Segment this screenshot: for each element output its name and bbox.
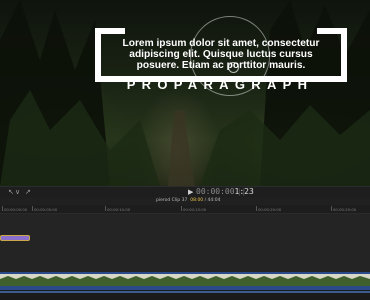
select-tool-icon[interactable]: ↖ xyxy=(8,188,14,196)
tool-dropdown-icon[interactable]: ∨ xyxy=(15,188,20,196)
primary-storyline-clip[interactable] xyxy=(0,272,370,290)
clip-name: pierod Clip 37 xyxy=(156,198,188,203)
audio-meter-icon: | | xyxy=(238,188,245,196)
title-body-text: Lorem ipsum dolor sit amet, consectetur … xyxy=(122,38,320,71)
filmstrip-thumbnails xyxy=(0,274,370,286)
timecode-display[interactable]: 00:00:001:23 xyxy=(196,187,254,196)
clip-duration: 08:00 xyxy=(190,198,204,203)
title-heading-text: PROPARAGRAPH xyxy=(126,77,314,92)
timecode-dim: 00:00:00 xyxy=(196,187,235,196)
clip-info: pierod Clip 37 08:00 / 44:04 xyxy=(156,198,221,203)
timeline-tracks[interactable] xyxy=(0,214,370,274)
ruler-tick: 00:00:05:00 xyxy=(31,206,58,212)
title-clip[interactable] xyxy=(0,235,30,241)
ruler-tick: 00:00:00:00 xyxy=(1,206,28,212)
timeline-header: pierod Clip 37 08:00 / 44:04 xyxy=(0,198,370,205)
audio-waveform-strip xyxy=(0,291,370,293)
ruler-tick: 00:00:20:00 xyxy=(255,206,282,212)
timeline-ruler[interactable]: 00:00:00:00 00:00:05:00 00:00:10:00 00:0… xyxy=(0,205,370,214)
play-icon[interactable]: ▶ xyxy=(188,188,193,196)
effects-tool-icon[interactable]: ↗ xyxy=(25,188,31,196)
ruler-tick: 00:00:15:00 xyxy=(180,206,207,212)
position-handle-icon[interactable] xyxy=(228,62,239,73)
clip-total: / 44:04 xyxy=(204,198,221,203)
ruler-tick: 00:00:25:00 xyxy=(330,206,357,212)
viewer: Lorem ipsum dolor sit amet, consectetur … xyxy=(0,0,370,186)
ruler-tick: 00:00:10:00 xyxy=(104,206,131,212)
